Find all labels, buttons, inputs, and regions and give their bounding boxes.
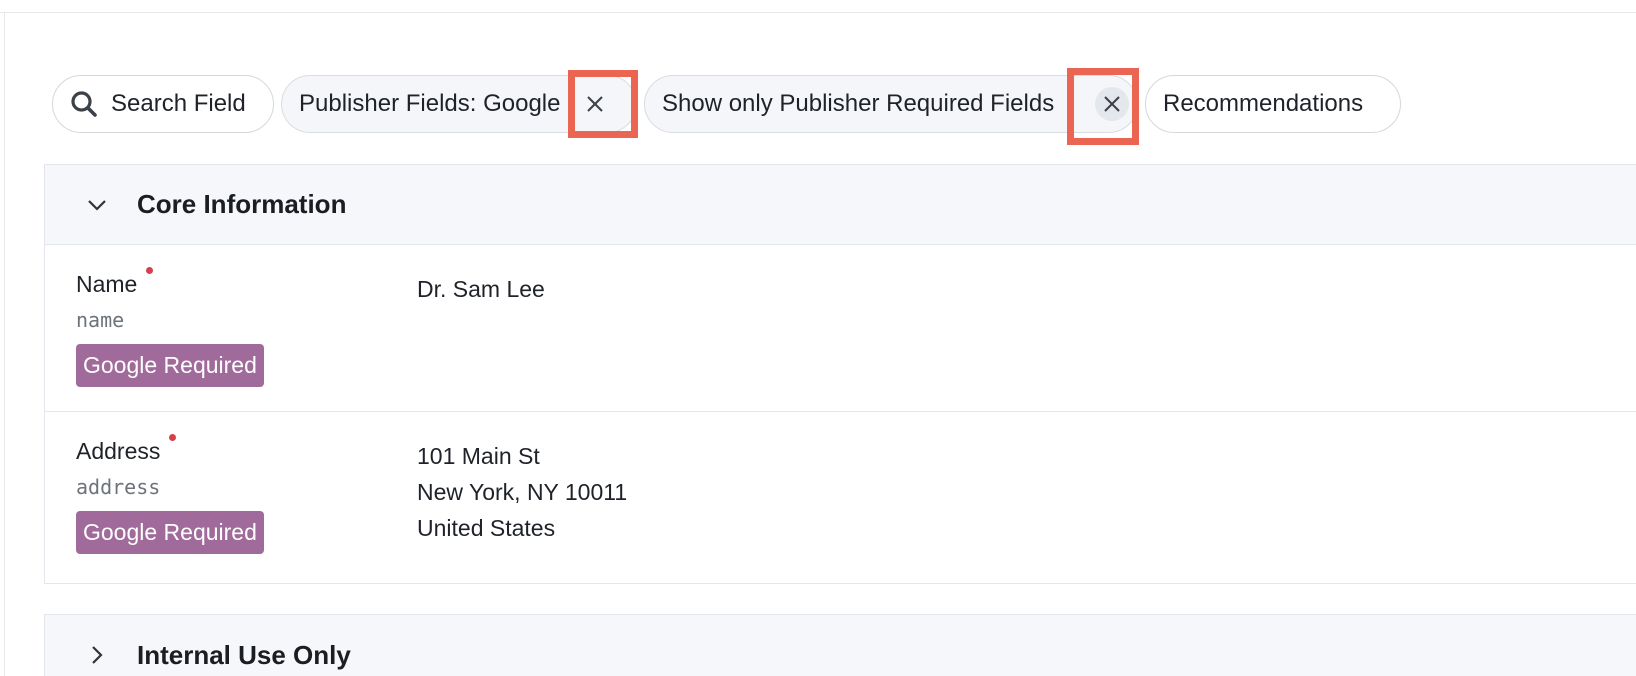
field-label-text: Address — [76, 438, 161, 464]
page: Search Field Publisher Fields: Google Sh… — [0, 0, 1636, 676]
internal-use-only-header[interactable]: Internal Use Only — [45, 615, 1636, 676]
section-title: Internal Use Only — [137, 639, 351, 670]
search-field-label: Search Field — [111, 90, 246, 117]
field-row-name: Name name Google Required Dr. Sam Lee — [45, 245, 1636, 412]
search-field-pill[interactable]: Search Field — [52, 75, 274, 133]
required-dot — [146, 267, 154, 274]
search-icon — [69, 89, 99, 119]
chevron-down-icon[interactable] — [85, 193, 109, 217]
core-information-section: Core Information Name name Google Requir… — [44, 164, 1636, 584]
publisher-fields-label: Publisher Fields: Google — [299, 90, 561, 117]
left-divider — [4, 12, 5, 676]
google-required-badge: Google Required — [76, 344, 264, 387]
close-icon[interactable] — [578, 87, 612, 121]
field-label-text: Name — [76, 271, 138, 297]
field-label: Address — [76, 434, 177, 465]
field-key: name — [76, 308, 125, 332]
value-line: Dr. Sam Lee — [417, 276, 545, 302]
filter-bar: Search Field Publisher Fields: Google Sh… — [52, 75, 1401, 133]
recommendations-label: Recommendations — [1163, 90, 1364, 117]
internal-use-only-section: Internal Use Only — [44, 614, 1636, 676]
field-key: address — [76, 475, 161, 499]
required-fields-filter[interactable]: Show only Publisher Required Fields — [644, 75, 1138, 133]
publisher-fields-filter[interactable]: Publisher Fields: Google — [281, 75, 637, 133]
field-value[interactable]: Dr. Sam Lee — [417, 271, 545, 307]
value-line: 101 Main St — [417, 443, 540, 469]
field-row-address: Address address Google Required 101 Main… — [45, 412, 1636, 579]
required-dot — [169, 434, 177, 441]
core-information-header[interactable]: Core Information — [45, 165, 1636, 245]
top-divider — [0, 12, 1636, 13]
field-value[interactable]: 101 Main St New York, NY 10011 United St… — [417, 438, 627, 546]
field-label: Name — [76, 267, 154, 298]
required-fields-label: Show only Publisher Required Fields — [662, 90, 1055, 117]
chevron-right-icon[interactable] — [85, 643, 109, 667]
section-title: Core Information — [137, 189, 347, 219]
value-line: United States — [417, 515, 556, 541]
close-icon[interactable] — [1095, 87, 1129, 121]
value-line: New York, NY 10011 — [417, 479, 628, 505]
recommendations-pill[interactable]: Recommendations — [1145, 75, 1401, 133]
google-required-badge: Google Required — [76, 511, 264, 554]
